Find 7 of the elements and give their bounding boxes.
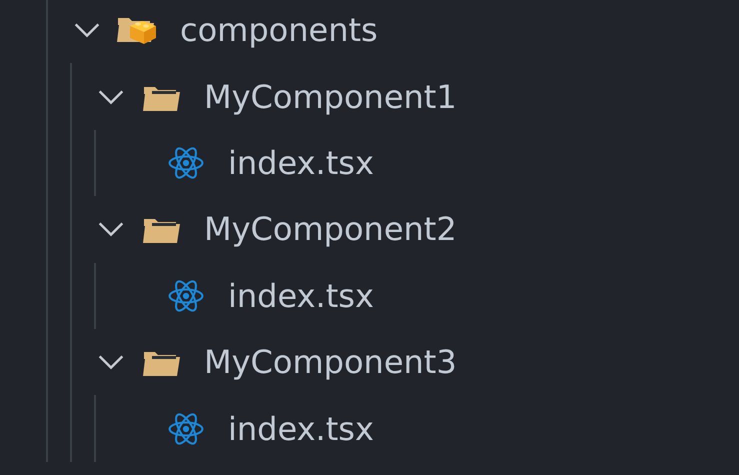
file-name[interactable]: index.tsx xyxy=(228,144,374,182)
folder-name[interactable]: MyComponent1 xyxy=(204,78,457,116)
folder-name[interactable]: MyComponent2 xyxy=(204,210,457,248)
folder-name[interactable]: MyComponent3 xyxy=(204,343,457,382)
file-name[interactable]: index.tsx xyxy=(228,276,374,315)
file-name[interactable]: index.tsx xyxy=(228,410,374,448)
folder-name[interactable]: components xyxy=(180,11,378,50)
